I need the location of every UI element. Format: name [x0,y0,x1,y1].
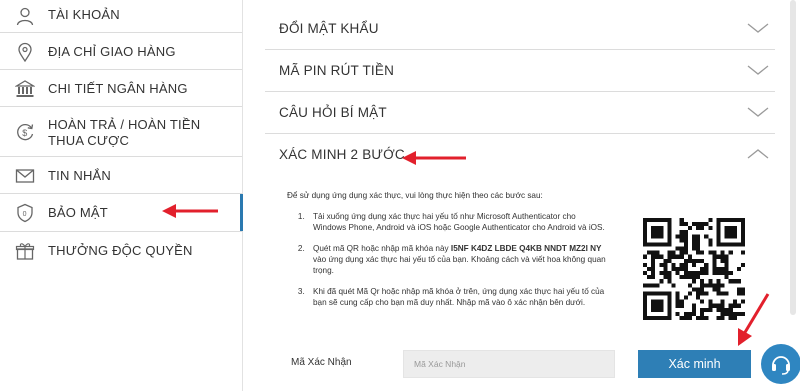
instruction-step: Khi đã quét Mã Qr hoặc nhập mã khóa ở tr… [307,286,607,308]
verification-code-input[interactable] [403,350,615,378]
sidebar-item-exclusive-bonus[interactable]: THƯỞNG ĐỘC QUYỀN [0,232,242,269]
section-withdrawal-pin[interactable]: MÃ PIN RÚT TIỀN [265,50,775,92]
sidebar-item-label: ĐỊA CHỈ GIAO HÀNG [48,44,176,59]
qr-code [643,218,745,320]
verification-code-label: Mã Xác Nhận [291,357,352,368]
instructions-steps: Tải xuống ứng dụng xác thực hai yếu tố n… [287,211,607,308]
instruction-step: Quét mã QR hoặc nhập mã khóa này I5NF K4… [307,243,607,276]
gift-icon [14,240,36,262]
sidebar-item-label: CHI TIẾT NGÂN HÀNG [48,81,188,96]
sidebar-item-messages[interactable]: TIN NHẮN [0,157,242,194]
envelope-icon [14,165,36,187]
section-label: CÂU HỎI BÍ MẬT [279,105,387,120]
sidebar-item-label: THƯỞNG ĐỘC QUYỀN [48,243,193,258]
chevron-up-icon [747,149,769,159]
svg-text:0: 0 [23,211,27,218]
user-icon [14,5,36,27]
section-change-password[interactable]: ĐỔI MẬT KHẨU [265,8,775,50]
instructions-intro: Để sử dụng ứng dụng xác thực, vui lòng t… [287,191,543,200]
sidebar-item-label: BẢO MẬT [48,205,108,220]
security-panel: ĐỔI MẬT KHẨU MÃ PIN RÚT TIỀN CÂU HỎI BÍ … [265,0,775,391]
sidebar: TÀI KHOẢN ĐỊA CHỈ GIAO HÀNG CHI TIẾT NGÂ… [0,0,243,391]
annotation-arrow-security [162,204,218,218]
sidebar-item-label: HOÀN TRẢ / HOÀN TIỀN THUA CƯỢC [48,117,201,148]
headset-icon [772,356,790,375]
section-label: XÁC MINH 2 BƯỚC [279,147,405,162]
svg-text:$: $ [22,128,27,138]
section-label: MÃ PIN RÚT TIỀN [279,63,395,78]
sidebar-item-refund[interactable]: $ HOÀN TRẢ / HOÀN TIỀN THUA CƯỢC [0,107,242,157]
verify-button[interactable]: Xác minh [638,350,751,378]
shield-icon: 0 [14,202,36,224]
sidebar-item-label: TÀI KHOẢN [48,7,120,22]
instruction-step: Tải xuống ứng dụng xác thực hai yếu tố n… [307,211,607,233]
chevron-down-icon [747,65,769,75]
annotation-arrow-two-step [402,151,466,165]
two-step-instructions: Để sử dụng ứng dụng xác thực, vui lòng t… [287,190,607,318]
live-support-button[interactable] [761,344,800,384]
bank-icon [14,78,36,100]
sidebar-item-shipping-address[interactable]: ĐỊA CHỈ GIAO HÀNG [0,33,242,70]
chevron-down-icon [747,107,769,117]
sidebar-item-account[interactable]: TÀI KHOẢN [0,0,242,33]
refund-icon: $ [14,121,36,143]
location-pin-icon [14,41,36,63]
sidebar-item-label: TIN NHẮN [48,168,111,183]
sidebar-item-bank-details[interactable]: CHI TIẾT NGÂN HÀNG [0,70,242,107]
secret-key: I5NF K4DZ LBDE Q4KB NNDT MZ2I NY [450,244,602,253]
section-two-step-verification[interactable]: XÁC MINH 2 BƯỚC [265,134,775,176]
scrollbar-thumb[interactable] [790,0,796,315]
annotation-arrow-verify [738,293,770,346]
section-secret-question[interactable]: CÂU HỎI BÍ MẬT [265,92,775,134]
chevron-down-icon [747,23,769,33]
section-label: ĐỔI MẬT KHẨU [279,21,379,36]
